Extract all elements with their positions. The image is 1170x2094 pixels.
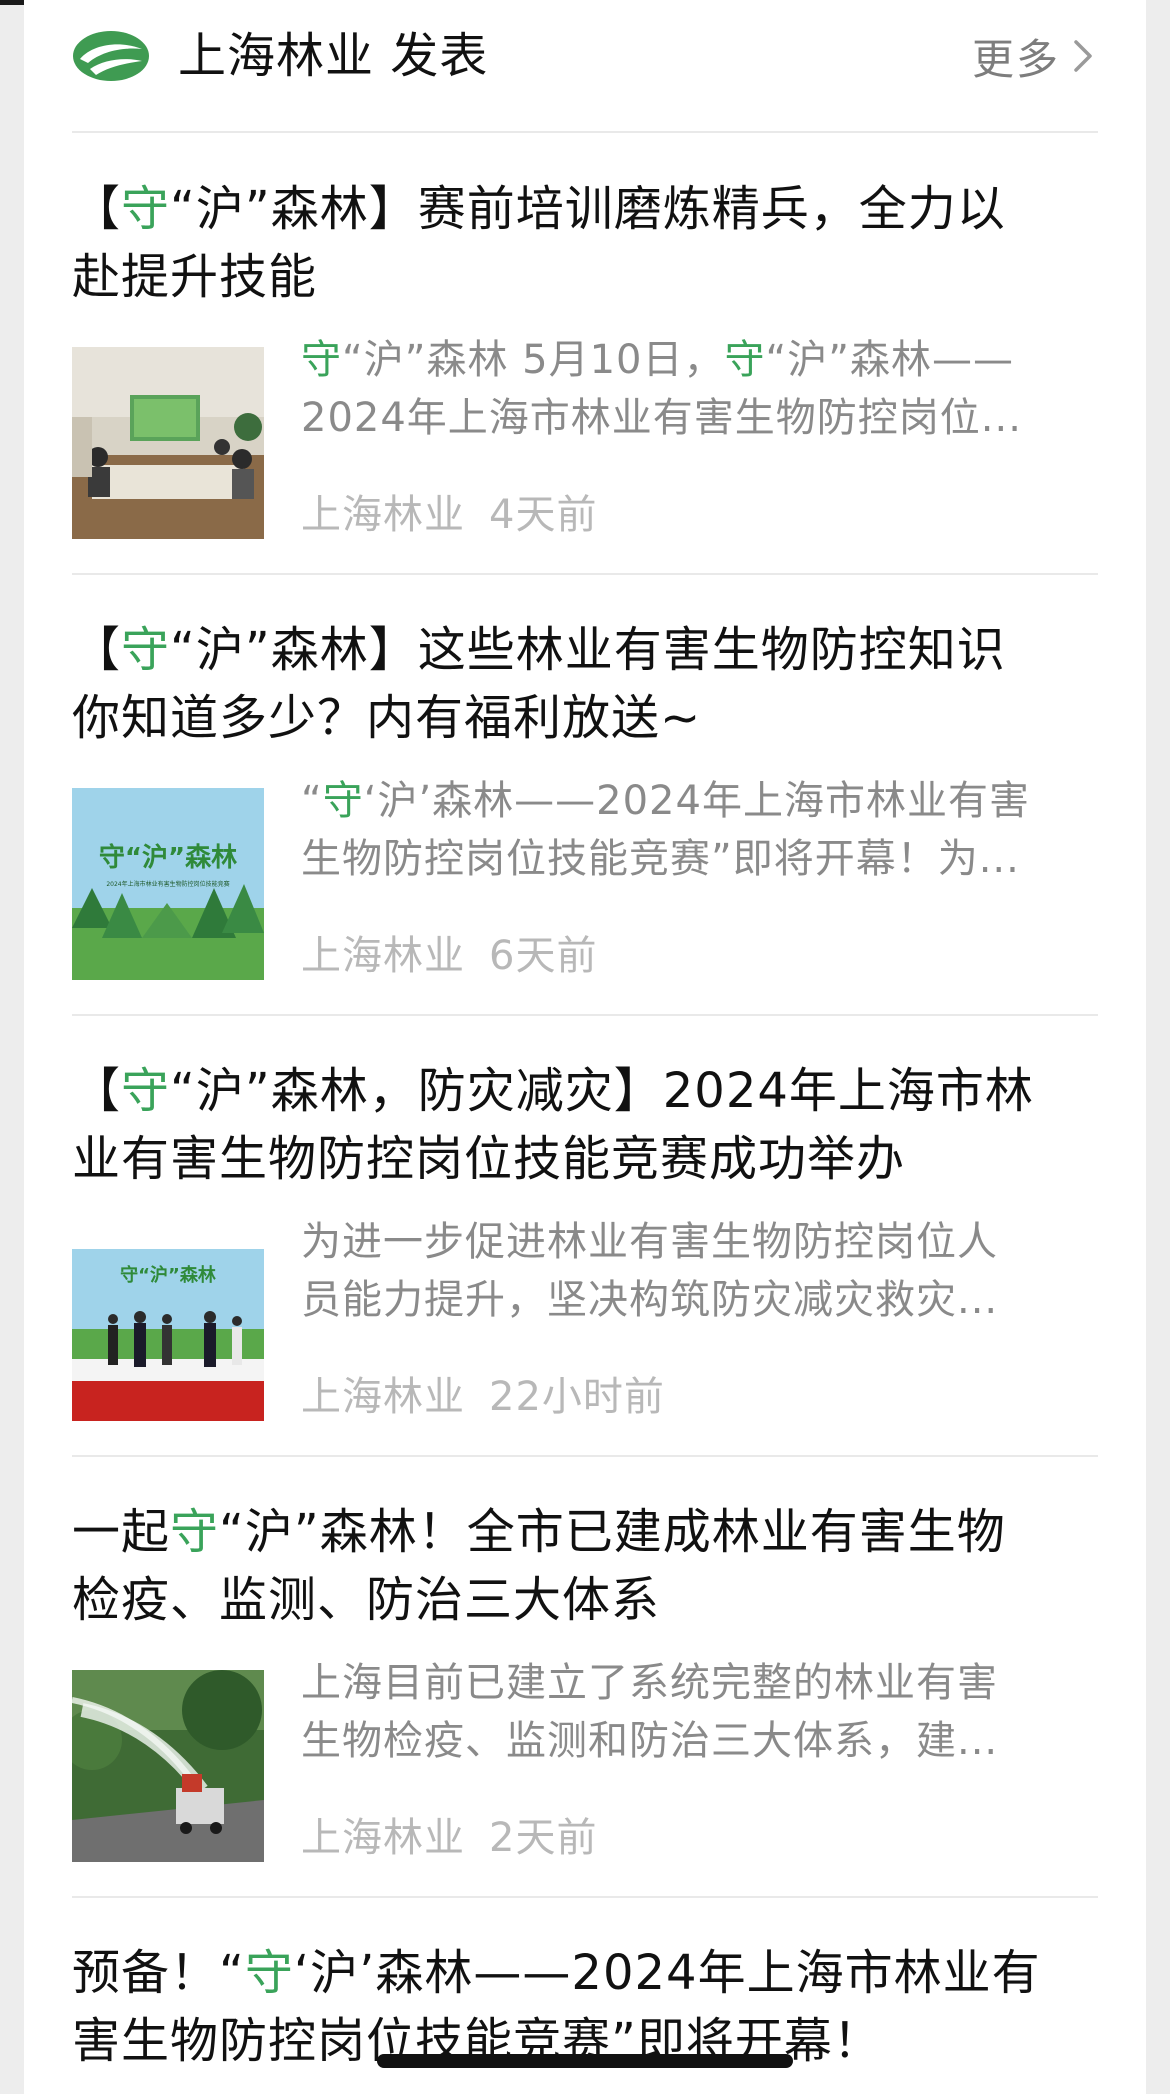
article-time: 2天前 [489,1815,598,1861]
article-title: 一起守“沪”森林！全市已建成林业有害生物检疫、监测、防治三大体系 [72,1498,1098,1634]
text-segment: “ [301,778,323,824]
article-summary: “守‘沪’森林——2024年上海市林业有害生物防控岗位技能竞赛”即将开幕！为..… [301,772,1101,888]
article-item[interactable]: 【守“沪”森林】这些林业有害生物防控知识 你知道多少？内有福利放送~ 守“沪”森林… [72,576,1098,1016]
summary-line: 上海目前已建立了系统完整的林业有害 [301,1654,1101,1712]
article-meta: 上海林业 6天前 [301,928,597,984]
article-time: 6天前 [489,933,598,979]
article-summary: 守“沪”森林 5月10日，守“沪”森林—— 2024年上海市林业有害生物防控岗位.… [301,331,1101,447]
article-time: 22小时前 [489,1374,665,1420]
title-line: 预备！“守‘沪’森林——2024年上海市林业有 [72,1939,1098,2007]
keyword-highlight: 守 [724,337,766,383]
more-button[interactable]: 更多 [972,28,1098,84]
forest-poster-image: 守“沪”森林 2024年上海市林业有害生物防控岗位技能竞赛 [72,788,264,980]
article-item[interactable]: 【守“沪”森林】赛前培训磨炼精兵，全力以 赴提升技能 守“沪”森林 5月10日，守… [72,135,1098,575]
summary-line: 2024年上海市林业有害生物防控岗位... [301,389,1101,447]
text-segment: 生物防控岗位技能竞赛”即将开幕！为... [301,836,1020,882]
article-thumbnail [72,347,264,539]
text-segment: 你知道多少？内有福利放送~ [72,690,702,746]
more-label: 更多 [971,34,1060,84]
title-line: 业有害生物防控岗位技能竞赛成功举办 [72,1125,1098,1193]
article-title: 【守“沪”森林】赛前培训磨炼精兵，全力以赴提升技能 [72,175,1098,311]
poster-subtitle-text: 2024年上海市林业有害生物防控岗位技能竞赛 [106,880,229,888]
text-segment: 业有害生物防控岗位技能竞赛成功举办 [72,1131,906,1187]
article-meta: 上海林业 4天前 [301,487,597,543]
keyword-highlight: 守 [322,778,364,824]
text-segment: “沪”森林】这些林业有害生物防控知识 [170,622,1006,678]
text-segment: 预备！“ [72,1945,245,2001]
article-thumbnail [72,1670,264,1862]
title-line: 一起守“沪”森林！全市已建成林业有害生物 [72,1498,1098,1566]
poster-title-text: 守“沪”森林 [99,842,237,873]
text-segment: “沪”森林】赛前培训磨炼精兵，全力以 [170,181,1006,237]
left-gutter [0,0,24,2094]
text-segment: 【 [72,181,122,237]
article-summary: 为进一步促进林业有害生物防控岗位人 员能力提升，坚决构筑防灾减灾救灾... [301,1213,1101,1329]
keyword-highlight: 守 [121,1063,171,1119]
spray-truck-photo [72,1670,264,1862]
keyword-highlight: 守 [121,181,171,237]
summary-line: 为进一步促进林业有害生物防控岗位人 [301,1213,1101,1271]
text-segment: ‘沪’森林——2024年上海市林业有害 [363,778,1030,824]
article-title: 【守“沪”森林】这些林业有害生物防控知识你知道多少？内有福利放送~ [72,616,1098,752]
title-line: 检疫、监测、防治三大体系 [72,1566,1098,1634]
meeting-room-photo [72,347,264,539]
text-segment: 检疫、监测、防治三大体系 [72,1572,661,1628]
text-segment: “沪”森林！全市已建成林业有害生物 [219,1504,1006,1560]
article-summary: 上海目前已建立了系统完整的林业有害 生物检疫、监测和防治三大体系，建... [301,1654,1101,1770]
summary-line: 守“沪”森林 5月10日，守“沪”森林—— [301,331,1101,389]
title-line: 你知道多少？内有福利放送~ [72,684,1098,752]
text-segment: “沪”森林 5月10日， [342,337,725,383]
text-segment: 【 [72,1063,122,1119]
text-segment: 为进一步促进林业有害生物防控岗位人 [301,1219,998,1265]
article-meta: 上海林业 22小时前 [301,1369,665,1425]
text-segment: 生物检疫、监测和防治三大体系，建... [301,1718,999,1764]
text-segment: 上海目前已建立了系统完整的林业有害 [301,1660,998,1706]
article-item[interactable]: 【守“沪”森林，防灾减灾】2024年上海市林 业有害生物防控岗位技能竞赛成功举办 … [72,1017,1098,1457]
text-segment: 【 [72,622,122,678]
summary-line: “守‘沪’森林——2024年上海市林业有害 [301,772,1101,830]
home-indicator-bar[interactable] [377,2054,793,2068]
keyword-highlight: 守 [244,1945,294,2001]
title-line: 【守“沪”森林】这些林业有害生物防控知识 [72,616,1098,684]
publications-card: 上海林业 发表 更多 【守“沪”森林】赛前培训磨炼精兵，全力以 赴提升技能 守“… [24,0,1146,2094]
article-thumbnail: 守“沪”森林 2024年上海市林业有害生物防控岗位技能竞赛 [72,788,264,980]
text-segment: 一起 [72,1504,171,1560]
text-segment: “沪”森林—— [765,337,1014,383]
text-segment: 赴提升技能 [72,249,318,305]
article-source: 上海林业 [301,1374,465,1420]
right-gutter [1146,0,1170,2094]
article-source: 上海林业 [301,933,465,979]
article-title: 【守“沪”森林，防灾减灾】2024年上海市林业有害生物防控岗位技能竞赛成功举办 [72,1057,1098,1193]
stage-banner-text: 守“沪”森林 [120,1264,216,1286]
keyword-highlight: 守 [301,337,342,383]
article-item[interactable]: 一起守“沪”森林！全市已建成林业有害生物检疫、监测、防治三大体系 上海目前已建立… [72,1458,1098,1898]
article-thumbnail: 守“沪”森林 [72,1229,264,1421]
chevron-right-icon [1074,40,1092,72]
ceremony-stage-photo: 守“沪”森林 [72,1229,264,1421]
summary-line: 生物防控岗位技能竞赛”即将开幕！为... [301,830,1101,888]
keyword-highlight: 守 [121,622,171,678]
keyword-highlight: 守 [170,1504,220,1560]
title-line: 【守“沪”森林】赛前培训磨炼精兵，全力以 [72,175,1098,243]
article-source: 上海林业 [301,1815,465,1861]
text-segment: ‘沪’森林——2024年上海市林业有 [293,1945,1041,2001]
article-time: 4天前 [489,492,598,538]
text-segment: “沪”森林，防灾减灾】2024年上海市林 [170,1063,1034,1119]
title-line: 赴提升技能 [72,243,1098,311]
summary-line: 员能力提升，坚决构筑防灾减灾救灾... [301,1271,1101,1329]
title-line: 【守“沪”森林，防灾减灾】2024年上海市林 [72,1057,1098,1125]
article-source: 上海林业 [301,492,465,538]
summary-line: 生物检疫、监测和防治三大体系，建... [301,1712,1101,1770]
leaf-logo-icon [73,31,149,81]
card-header: 上海林业 发表 更多 [72,0,1098,133]
account-title: 上海林业 发表 [178,28,489,84]
text-segment: 2024年上海市林业有害生物防控岗位... [301,395,1022,441]
text-segment: 员能力提升，坚决构筑防灾减灾救灾... [301,1277,999,1323]
article-meta: 上海林业 2天前 [301,1810,597,1866]
